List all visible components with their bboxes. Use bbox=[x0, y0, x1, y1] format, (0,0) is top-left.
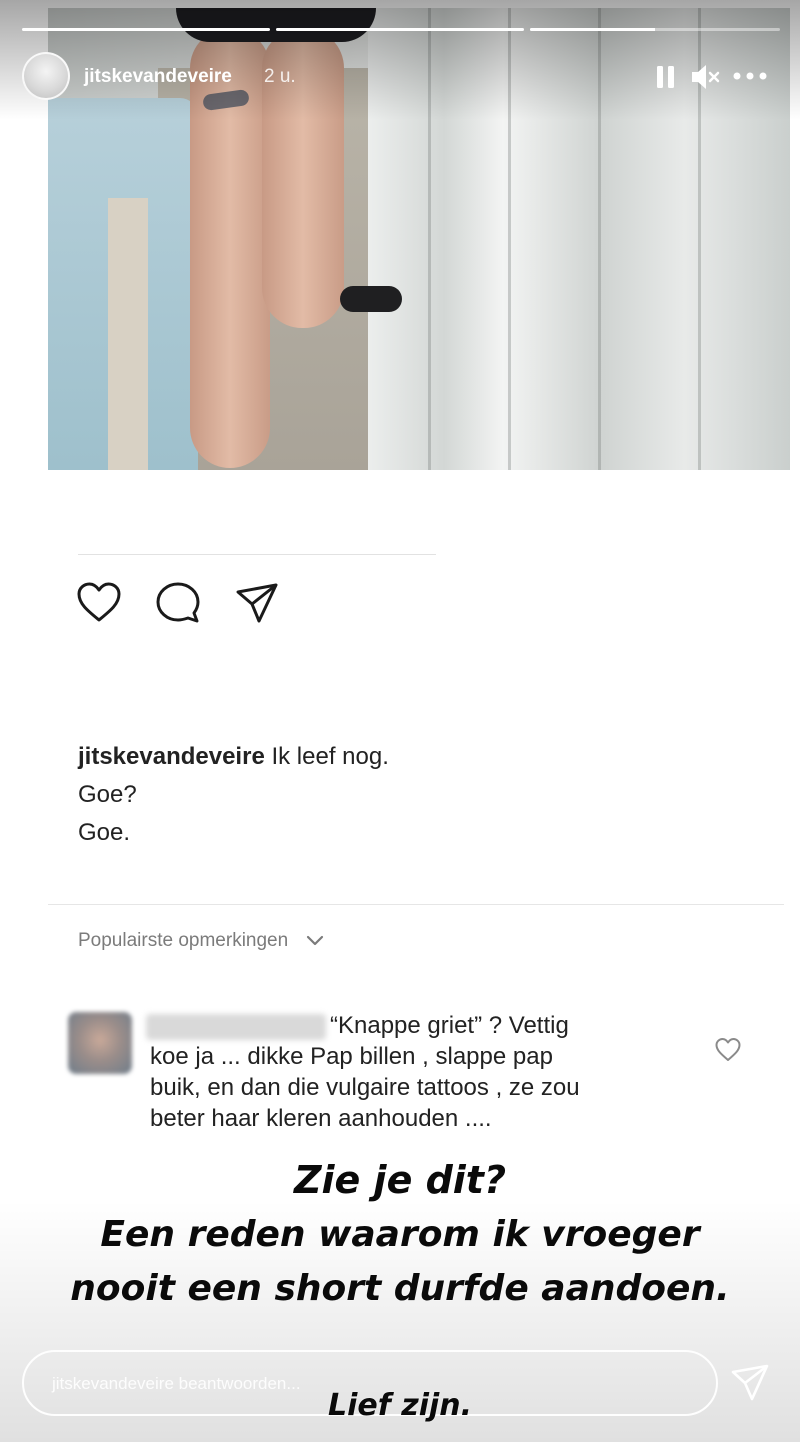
popular-comments-toggle[interactable]: Populairste opmerkingen bbox=[78, 930, 325, 952]
overlay-text-1: Zie je dit? bbox=[293, 1158, 507, 1202]
caption-text-3: Goe. bbox=[78, 819, 131, 846]
comment-body: “Knappe griet” ? Vettig koe ja ... dikke… bbox=[150, 1010, 650, 1134]
chevron-down-icon bbox=[307, 935, 324, 946]
post-divider bbox=[78, 554, 436, 555]
story-username[interactable]: jitskevandeveire bbox=[84, 66, 232, 88]
popular-comments-label: Populairste opmerkingen bbox=[78, 930, 289, 951]
profile-avatar[interactable] bbox=[22, 52, 70, 100]
caption-text-1: Ik leef nog. bbox=[271, 743, 389, 770]
story-time: 2 u. bbox=[264, 66, 296, 87]
pause-icon[interactable] bbox=[654, 64, 678, 90]
story-progress-3 bbox=[530, 28, 780, 31]
top-shade bbox=[0, 0, 800, 120]
commenter-avatar[interactable] bbox=[68, 1012, 132, 1074]
post-caption: jitskevandeveire Ik leef nog. Goe? Goe. bbox=[78, 738, 389, 852]
overlay-text-3: nooit een short durfde aandoen. bbox=[70, 1268, 730, 1309]
comment-line-2: koe ja ... dikke Pap billen , slappe pap bbox=[150, 1043, 553, 1070]
mute-icon[interactable] bbox=[690, 62, 720, 92]
share-icon[interactable] bbox=[234, 580, 280, 626]
photo-shoe bbox=[340, 286, 402, 312]
comment-line-4: beter haar kleren aanhouden .... bbox=[150, 1105, 492, 1132]
comment-icon[interactable] bbox=[155, 580, 201, 626]
heart-icon[interactable] bbox=[76, 580, 122, 626]
comments-divider bbox=[48, 904, 784, 905]
send-icon[interactable] bbox=[730, 1362, 770, 1402]
story-progress-2 bbox=[276, 28, 524, 31]
more-icon[interactable] bbox=[732, 70, 768, 82]
photo-bed-frame bbox=[108, 198, 148, 470]
caption-text-2: Goe? bbox=[78, 781, 137, 808]
comment-like-icon[interactable] bbox=[714, 1036, 742, 1064]
overlay-text-4: Lief zijn. bbox=[327, 1388, 473, 1423]
overlay-text-2: Een reden waarom ik vroeger bbox=[100, 1214, 700, 1255]
caption-username[interactable]: jitskevandeveire bbox=[78, 743, 265, 770]
comment-line-3: buik, en dan die vulgaire tattoos , ze z… bbox=[150, 1074, 580, 1101]
comment-line-1: “Knappe griet” ? Vettig bbox=[330, 1012, 569, 1039]
story-progress-1 bbox=[22, 28, 270, 31]
